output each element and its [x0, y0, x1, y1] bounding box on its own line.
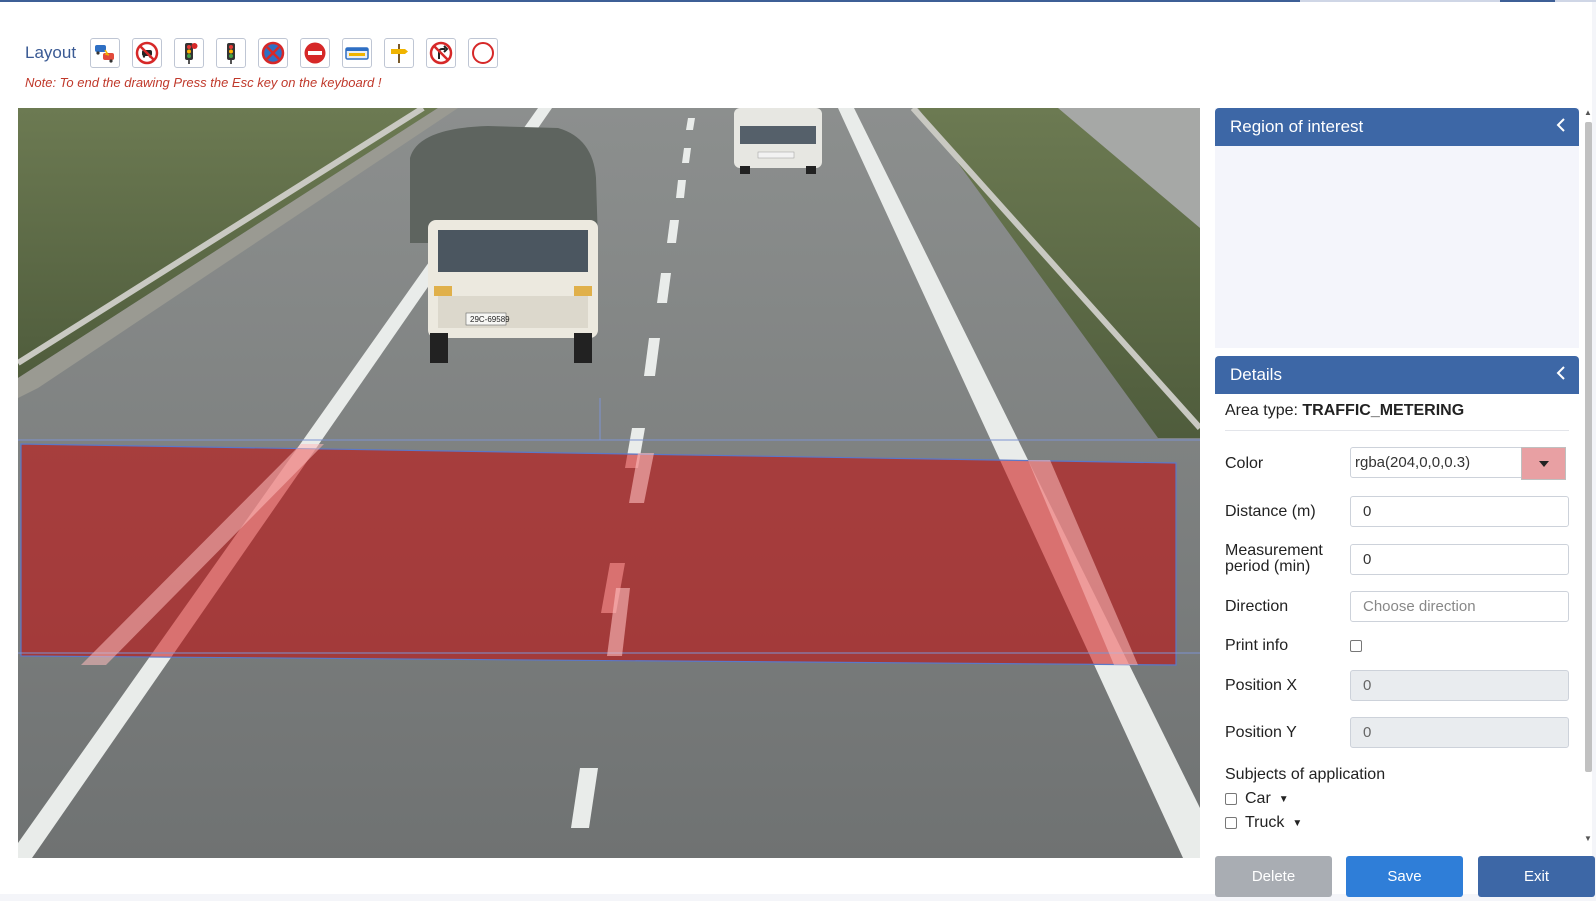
- layout-label: Layout: [25, 43, 77, 62]
- truck-vehicle: 29C-69589: [410, 126, 598, 363]
- traffic-light-green-icon[interactable]: [216, 38, 246, 68]
- no-turn-icon[interactable]: [426, 38, 456, 68]
- scroll-thumb[interactable]: [1585, 122, 1592, 772]
- no-entry-icon[interactable]: [300, 38, 330, 68]
- position-y-row: Position Y 0: [1225, 717, 1569, 748]
- position-x-label: Position X: [1225, 676, 1298, 694]
- details-panel-title: Details: [1230, 365, 1282, 384]
- subject-car[interactable]: Car ▼: [1225, 790, 1569, 808]
- direction-label: Direction: [1225, 597, 1289, 615]
- distance-row: Distance (m) 0: [1225, 496, 1569, 527]
- direction-select[interactable]: Choose direction: [1350, 591, 1569, 622]
- caret-down-icon[interactable]: ▼: [1279, 794, 1289, 805]
- layout-toolbar: [90, 38, 498, 68]
- van-vehicle: [734, 108, 822, 174]
- traffic-light-red-icon[interactable]: [174, 38, 204, 68]
- direction-sign-icon[interactable]: [384, 38, 414, 68]
- print-info-row: Print info: [1225, 638, 1569, 654]
- drawing-note: Note: To end the drawing Press the Esc k…: [25, 75, 382, 90]
- scroll-up-icon[interactable]: ▲: [1583, 108, 1593, 117]
- color-field[interactable]: rgba(204,0,0,0.3): [1350, 447, 1522, 478]
- subject-truck-label: Truck: [1245, 814, 1285, 831]
- measurement-period-input[interactable]: 0: [1350, 543, 1569, 575]
- subjects-title: Subjects of application: [1225, 766, 1386, 783]
- area-type-value: TRAFFIC_METERING: [1302, 402, 1465, 419]
- details-panel-header[interactable]: Details: [1215, 356, 1579, 394]
- caret-down-icon[interactable]: ▼: [1292, 818, 1302, 829]
- print-info-label: Print info: [1225, 637, 1289, 654]
- no-car-icon[interactable]: [132, 38, 162, 68]
- print-info-checkbox[interactable]: [1350, 640, 1362, 652]
- chevron-left-icon[interactable]: [1555, 117, 1567, 138]
- color-label: Color: [1225, 454, 1264, 472]
- distance-label: Distance (m): [1225, 502, 1316, 520]
- distance-input[interactable]: 0: [1350, 496, 1569, 527]
- circle-zone-icon[interactable]: [468, 38, 498, 68]
- color-picker-button[interactable]: [1521, 447, 1566, 480]
- subject-truck[interactable]: Truck ▼: [1225, 814, 1569, 832]
- position-y-label: Position Y: [1225, 723, 1297, 741]
- exit-button[interactable]: Exit: [1478, 856, 1595, 897]
- measurement-label: Measurement period (min): [1225, 543, 1350, 575]
- subject-car-checkbox[interactable]: [1225, 793, 1237, 805]
- color-row: Color rgba(204,0,0,0.3): [1225, 447, 1569, 480]
- measurement-label-line1: Measurement: [1225, 542, 1323, 559]
- roi-panel-header[interactable]: Region of interest: [1215, 108, 1579, 146]
- details-panel: Details Area type: TRAFFIC_METERING Colo…: [1215, 356, 1579, 848]
- measurement-row: Measurement period (min) 0: [1225, 543, 1569, 575]
- chevron-left-icon[interactable]: [1555, 365, 1567, 386]
- subject-car-label: Car: [1245, 790, 1271, 807]
- caret-down-icon: [1538, 455, 1550, 473]
- position-x-row: Position X 0: [1225, 670, 1569, 701]
- area-type: Area type: TRAFFIC_METERING: [1225, 394, 1569, 431]
- save-button[interactable]: Save: [1346, 856, 1463, 897]
- scroll-down-icon[interactable]: ▼: [1583, 834, 1593, 843]
- position-x-field: 0: [1350, 670, 1569, 701]
- subject-truck-checkbox[interactable]: [1225, 817, 1237, 829]
- position-y-field: 0: [1350, 717, 1569, 748]
- license-plate-icon[interactable]: [342, 38, 372, 68]
- measurement-label-line2: period (min): [1225, 558, 1311, 575]
- area-type-label: Area type:: [1225, 402, 1298, 419]
- no-stopping-icon[interactable]: [258, 38, 288, 68]
- truck-plate-text: 29C-69589: [470, 315, 510, 324]
- camera-canvas[interactable]: 29C-69589: [18, 108, 1200, 858]
- roi-panel-title: Region of interest: [1230, 117, 1364, 136]
- delete-button[interactable]: Delete: [1215, 856, 1332, 897]
- direction-row: Direction Choose direction: [1225, 591, 1569, 622]
- details-scrollbar[interactable]: ▲ ▼: [1583, 108, 1593, 848]
- vehicle-collision-icon[interactable]: [90, 38, 120, 68]
- region-of-interest-panel: Region of interest: [1215, 108, 1579, 348]
